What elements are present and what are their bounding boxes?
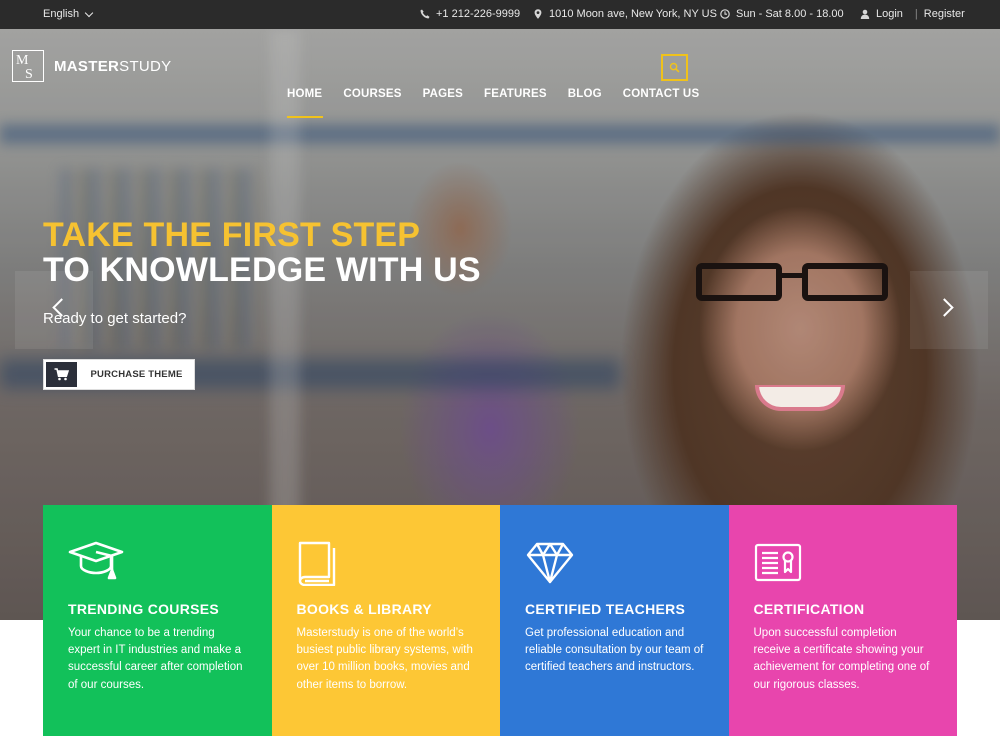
top-bar: English +1 212-226-9999 1010 Moon ave, N… <box>0 0 1000 29</box>
purchase-theme-label: PURCHASE THEME <box>90 369 183 380</box>
feature-card-books-library[interactable]: BOOKS & LIBRARY Masterstudy is one of th… <box>271 505 500 736</box>
nav-features[interactable]: FEATURES <box>484 88 547 100</box>
map-marker-icon <box>534 9 542 19</box>
login-link[interactable]: Login <box>876 8 903 20</box>
purchase-theme-button[interactable]: PURCHASE THEME <box>43 359 195 390</box>
features-row: TRENDING COURSES Your chance to be a tre… <box>43 505 957 736</box>
logo-text-light: STUDY <box>119 57 172 75</box>
phone-icon <box>420 9 430 19</box>
nav-home[interactable]: HOME <box>287 88 324 118</box>
logo-mark-m: M <box>16 53 29 68</box>
search-button[interactable] <box>661 54 688 81</box>
phone-info: +1 212-226-9999 <box>420 8 520 20</box>
language-selector[interactable]: English <box>43 8 94 20</box>
nav-contact-us[interactable]: CONTACT US <box>623 88 700 100</box>
main-nav: HOME COURSES PAGES FEATURES BLOG CONTACT… <box>287 88 720 118</box>
chevron-down-icon <box>84 8 94 17</box>
logo-text: MASTERSTUDY <box>54 58 171 75</box>
user-icon <box>860 9 870 19</box>
hero-image-glasses <box>696 263 896 305</box>
feature-card-trending-courses[interactable]: TRENDING COURSES Your chance to be a tre… <box>43 505 272 736</box>
feature-title: CERTIFICATION <box>753 601 865 617</box>
feature-title: TRENDING COURSES <box>68 601 220 617</box>
hero-image-smile <box>755 385 845 411</box>
feature-title: BOOKS & LIBRARY <box>296 601 432 617</box>
register-link[interactable]: Register <box>924 8 965 20</box>
feature-text: Your chance to be a trending expert in I… <box>68 627 243 691</box>
site-logo[interactable]: M S MASTERSTUDY <box>12 50 171 82</box>
clock-icon <box>720 9 730 19</box>
hours-text: Sun - Sat 8.00 - 18.00 <box>736 8 844 20</box>
account-links: Login | Register <box>860 8 965 20</box>
cart-icon-box <box>44 360 79 389</box>
glasses-bridge <box>782 273 804 278</box>
graduation-cap-icon <box>68 541 124 580</box>
certificate-icon <box>754 543 801 582</box>
hero-headline-line2: TO KNOWLEDGE WITH US <box>43 251 481 289</box>
glasses-lens <box>696 263 782 301</box>
feature-text: Get professional education and reliable … <box>525 627 704 674</box>
feature-icon-wrap <box>754 540 933 588</box>
nav-courses[interactable]: COURSES <box>343 88 401 100</box>
nav-pages[interactable]: PAGES <box>423 88 463 100</box>
feature-text: Upon successful completion receive a cer… <box>753 627 930 691</box>
chevron-right-icon <box>935 298 954 317</box>
phone-number: +1 212-226-9999 <box>436 8 521 20</box>
feature-text: Masterstudy is one of the world’s busies… <box>296 627 473 691</box>
hero-subline: Ready to get started? <box>43 310 187 327</box>
diamond-icon <box>526 542 574 584</box>
feature-icon-wrap <box>297 540 476 588</box>
feature-title: CERTIFIED TEACHERS <box>525 601 686 617</box>
glasses-lens <box>802 263 888 301</box>
language-label: English <box>43 8 80 20</box>
cart-icon <box>54 368 69 381</box>
hours-info: Sun - Sat 8.00 - 18.00 <box>720 8 844 20</box>
hero-headline-line1: TAKE THE FIRST STEP <box>43 216 421 254</box>
logo-mark: M S <box>12 50 44 82</box>
address-info: 1010 Moon ave, New York, NY US <box>533 8 717 20</box>
slider-next-button[interactable] <box>910 271 988 349</box>
address-text: 1010 Moon ave, New York, NY US <box>549 8 717 20</box>
book-icon <box>298 541 335 587</box>
logo-text-bold: MASTER <box>54 57 120 75</box>
feature-icon-wrap <box>525 540 704 588</box>
feature-card-certified-teachers[interactable]: CERTIFIED TEACHERS Get professional educ… <box>500 505 729 736</box>
separator: | <box>914 8 918 20</box>
feature-card-certification[interactable]: CERTIFICATION Upon successful completion… <box>728 505 957 736</box>
search-icon <box>669 62 680 73</box>
nav-blog[interactable]: BLOG <box>568 88 602 100</box>
logo-mark-s: S <box>25 67 33 82</box>
feature-icon-wrap <box>68 540 247 588</box>
